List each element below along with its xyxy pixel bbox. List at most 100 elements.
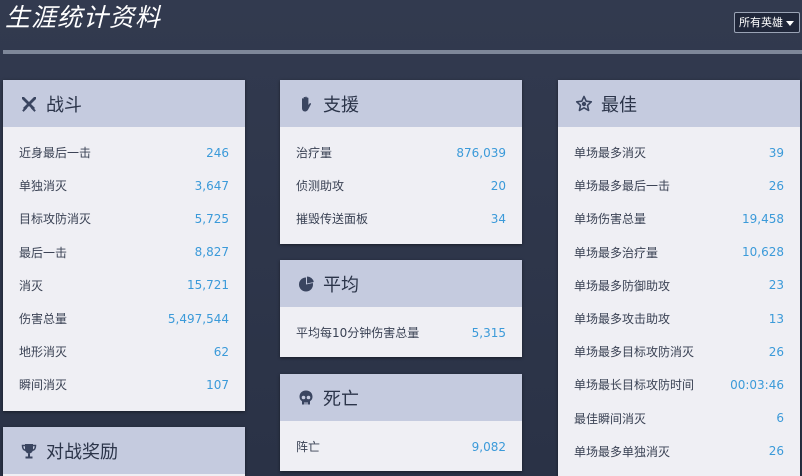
stat-row: 单场最多治疗量 10,628 (558, 236, 800, 269)
stat-row: 消灭 15,721 (3, 269, 245, 302)
stat-value: 23 (768, 278, 784, 293)
stat-value: 876,039 (456, 145, 506, 160)
stat-label: 地形消灭 (19, 345, 68, 360)
stat-value: 13 (768, 311, 784, 326)
combat-card-header: 战斗 (3, 80, 245, 127)
stat-value: 62 (213, 344, 229, 359)
stat-row: 瞬间消灭 107 (3, 368, 245, 401)
stat-row: 目标攻防消灭 5,725 (3, 202, 245, 235)
stat-row: 单场最多消灭 39 (558, 136, 800, 169)
stat-label: 单场伤害总量 (574, 212, 647, 227)
best-card-title: 最佳 (601, 94, 637, 116)
stat-label: 最佳瞬间消灭 (574, 411, 647, 426)
assists-card: 支援 治疗量 876,039 侦测助攻 20 摧毁传送面板 34 (280, 80, 522, 244)
stat-row: 单场最多防御助攻 23 (558, 269, 800, 302)
stat-value: 26 (768, 178, 784, 193)
stat-label: 摧毁传送面板 (296, 212, 369, 227)
combat-stats-list: 近身最后一击 246 单独消灭 3,647 目标攻防消灭 5,725 最后一击 8,82… (3, 127, 245, 402)
assists-card-header: 支援 (280, 80, 522, 127)
stat-row: 摧毁传送面板 34 (280, 202, 522, 235)
match-awards-card-header: 对战奖励 (3, 427, 245, 474)
assists-stats-list: 治疗量 876,039 侦测助攻 20 摧毁传送面板 34 (280, 127, 522, 236)
crossed-swords-icon (20, 95, 38, 113)
stat-row: 最后一击 8,827 (3, 236, 245, 269)
stat-label: 单独消灭 (19, 179, 68, 194)
stat-label: 单场最多目标攻防消灭 (574, 345, 695, 360)
stat-label: 单场最多最后一击 (574, 179, 671, 194)
header-divider (3, 50, 802, 54)
stat-row: 单独消灭 3,647 (3, 169, 245, 202)
stat-value: 20 (490, 178, 506, 193)
skull-icon (297, 389, 315, 407)
stat-value: 9,082 (471, 439, 506, 454)
stat-label: 单场最多治疗量 (574, 245, 659, 260)
page-title: 生涯统计资料 (5, 3, 162, 32)
match-awards-card: 对战奖励 (3, 427, 245, 476)
stat-label: 消灭 (19, 278, 44, 293)
stat-label: 单场最多消灭 (574, 146, 647, 161)
stat-label: 单场最多攻击助攻 (574, 312, 671, 327)
stat-value: 10,628 (742, 245, 784, 260)
stat-value: 26 (768, 344, 784, 359)
star-badge-icon (575, 95, 593, 113)
stat-label: 侦测助攻 (296, 179, 345, 194)
stat-value: 5,725 (194, 211, 229, 226)
best-card: 最佳 单场最多消灭 39 单场最多最后一击 26 单场伤害总量 19,458 单场最多… (558, 80, 800, 476)
stat-value: 00:03:46 (730, 377, 784, 392)
average-card-title: 平均 (323, 274, 359, 296)
stat-row: 地形消灭 62 (3, 335, 245, 368)
stat-row: 平均每10分钟伤害总量 5,315 (280, 316, 522, 349)
stat-row: 单场最多最后一击 26 (558, 169, 800, 202)
stat-label: 单场最多防御助攻 (574, 278, 671, 293)
best-card-header: 最佳 (558, 80, 800, 127)
stat-value: 15,721 (187, 278, 229, 293)
stat-value: 26 (768, 444, 784, 459)
stat-row: 侦测助攻 20 (280, 169, 522, 202)
stat-row: 最佳瞬间消灭 6 (558, 402, 800, 435)
hero-filter-label: 所有英雄 (739, 16, 783, 29)
stat-label: 瞬间消灭 (19, 378, 68, 393)
trophy-icon (20, 442, 38, 460)
stat-row: 伤害总量 5,497,544 (3, 302, 245, 335)
stat-label: 单场最长目标攻防时间 (574, 378, 695, 393)
best-stats-list: 单场最多消灭 39 单场最多最后一击 26 单场伤害总量 19,458 单场最多治疗量… (558, 127, 800, 468)
chevron-down-icon (786, 21, 794, 26)
stat-row: 单场伤害总量 19,458 (558, 202, 800, 235)
stat-label: 平均每10分钟伤害总量 (296, 326, 420, 341)
stat-row: 单场最长目标攻防时间 00:03:46 (558, 368, 800, 401)
stat-value: 19,458 (742, 211, 784, 226)
stat-value: 8,827 (194, 245, 229, 260)
stat-label: 最后一击 (19, 245, 68, 260)
stat-value: 5,315 (471, 325, 506, 340)
pie-chart-icon (297, 275, 315, 293)
hand-icon (297, 95, 315, 113)
assists-card-title: 支援 (323, 94, 359, 116)
hero-filter-dropdown[interactable]: 所有英雄 (734, 12, 800, 33)
stat-row: 单场最多单独消灭 26 (558, 435, 800, 468)
deaths-card: 死亡 阵亡 9,082 (280, 374, 522, 471)
combat-card-title: 战斗 (46, 94, 82, 116)
stat-value: 6 (776, 411, 784, 426)
stat-value: 3,647 (194, 178, 229, 193)
stat-value: 107 (206, 377, 229, 392)
stat-row: 单场最多目标攻防消灭 26 (558, 335, 800, 368)
stat-label: 近身最后一击 (19, 146, 92, 161)
combat-card: 战斗 近身最后一击 246 单独消灭 3,647 目标攻防消灭 5,725 最后一击 8… (3, 80, 245, 411)
stat-label: 目标攻防消灭 (19, 212, 92, 227)
stat-label: 治疗量 (296, 146, 333, 161)
stat-row: 单场最多攻击助攻 13 (558, 302, 800, 335)
stat-value: 39 (768, 145, 784, 160)
average-stats-list: 平均每10分钟伤害总量 5,315 (280, 307, 522, 349)
stat-row: 治疗量 876,039 (280, 136, 522, 169)
stat-label: 伤害总量 (19, 312, 68, 327)
match-awards-card-title: 对战奖励 (46, 441, 118, 463)
average-card: 平均 平均每10分钟伤害总量 5,315 (280, 260, 522, 357)
deaths-card-header: 死亡 (280, 374, 522, 421)
deaths-stats-list: 阵亡 9,082 (280, 421, 522, 463)
stat-value: 246 (206, 145, 229, 160)
stat-value: 34 (490, 211, 506, 226)
stat-label: 单场最多单独消灭 (574, 444, 671, 459)
deaths-card-title: 死亡 (323, 388, 359, 410)
stat-value: 5,497,544 (167, 311, 229, 326)
stat-row: 近身最后一击 246 (3, 136, 245, 169)
